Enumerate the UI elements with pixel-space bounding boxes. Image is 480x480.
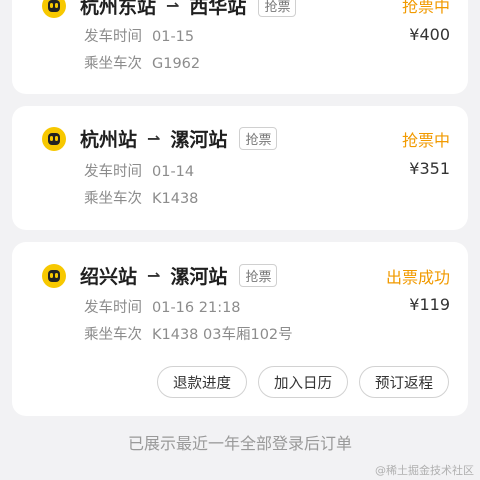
status-badge: 出票成功 (385, 268, 450, 287)
depart-time: 发车时间 01-14 (84, 160, 204, 181)
depart-value: 01-14 (152, 164, 195, 180)
depart-label: 发车时间 (84, 300, 142, 316)
railway-logo-icon (42, 0, 66, 18)
book-return-button[interactable]: 预订返程 (359, 366, 449, 398)
train-label: 乘坐车次 (84, 56, 142, 72)
to-station: 漯河站 (170, 129, 228, 151)
route-title: 绍兴站 ⇀ 漯河站 抢票 (42, 262, 278, 289)
train-number: 乘坐车次 K1438 03车厢102号 (84, 323, 303, 344)
list-footer-note: 已展示最近一年全部登录后订单 (127, 434, 352, 453)
route-title: 杭州站 ⇀ 漯河站 抢票 (42, 125, 278, 152)
to-station: 西华站 (189, 0, 247, 18)
depart-value: 01-16 21:18 (152, 300, 241, 316)
train-value: K1438 (152, 191, 199, 207)
route-title: 杭州东站 ⇀ 西华站 抢票 (42, 0, 297, 19)
train-number: 乘坐车次 K1438 (84, 187, 208, 208)
depart-label: 发车时间 (84, 29, 142, 45)
arrow-icon: ⇀ (147, 129, 161, 148)
depart-label: 发车时间 (84, 164, 142, 180)
train-number: 乘坐车次 G1962 (84, 52, 210, 73)
train-value: K1438 03车厢102号 (152, 327, 293, 343)
train-value: G1962 (152, 56, 201, 72)
railway-logo-icon (42, 263, 66, 288)
watermark: @稀土掘金技术社区 (375, 464, 474, 477)
price: ¥351 (409, 159, 450, 178)
type-tag: 抢票 (239, 264, 278, 287)
train-label: 乘坐车次 (84, 191, 142, 207)
order-card[interactable]: 杭州东站 ⇀ 西华站 抢票 抢票中 ¥400 发车时间 01-15 乘坐车次 G19… (12, 0, 468, 94)
refund-progress-button[interactable]: 退款进度 (157, 366, 247, 398)
train-label: 乘坐车次 (84, 327, 142, 343)
arrow-icon: ⇀ (147, 266, 161, 285)
from-station: 杭州站 (80, 129, 138, 151)
depart-value: 01-15 (152, 29, 195, 45)
from-station: 杭州东站 (80, 0, 157, 18)
status-badge: 抢票中 (401, 0, 450, 16)
order-card[interactable]: 杭州站 ⇀ 漯河站 抢票 抢票中 ¥351 发车时间 01-14 乘坐车次 K143… (12, 106, 468, 230)
depart-time: 发车时间 01-15 (84, 25, 204, 46)
add-to-calendar-button[interactable]: 加入日历 (258, 366, 348, 398)
type-tag: 抢票 (239, 127, 278, 150)
from-station: 绍兴站 (80, 266, 138, 288)
to-station: 漯河站 (170, 266, 228, 288)
railway-logo-icon (42, 126, 66, 151)
depart-time: 发车时间 01-16 21:18 (84, 296, 251, 317)
status-badge: 抢票中 (401, 131, 450, 150)
arrow-icon: ⇀ (166, 0, 180, 15)
price: ¥400 (409, 25, 450, 44)
type-tag: 抢票 (258, 0, 297, 17)
order-card[interactable]: 绍兴站 ⇀ 漯河站 抢票 出票成功 ¥119 发车时间 01-16 21:18 乘… (12, 242, 468, 416)
price: ¥119 (409, 295, 450, 314)
